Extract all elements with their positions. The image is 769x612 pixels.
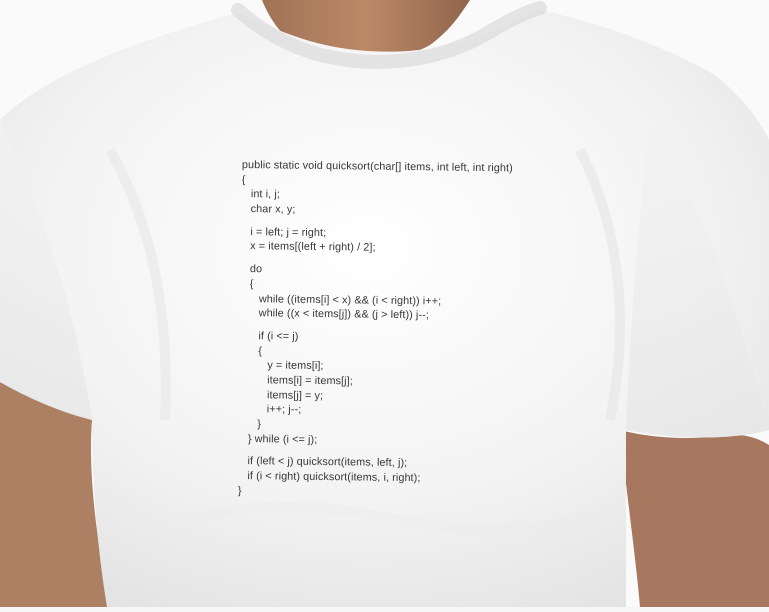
right-arm-skin [620,430,769,607]
shirt-code-print: public static void quicksort(char[] item… [238,158,572,502]
scene: public static void quicksort(char[] item… [0,0,769,607]
